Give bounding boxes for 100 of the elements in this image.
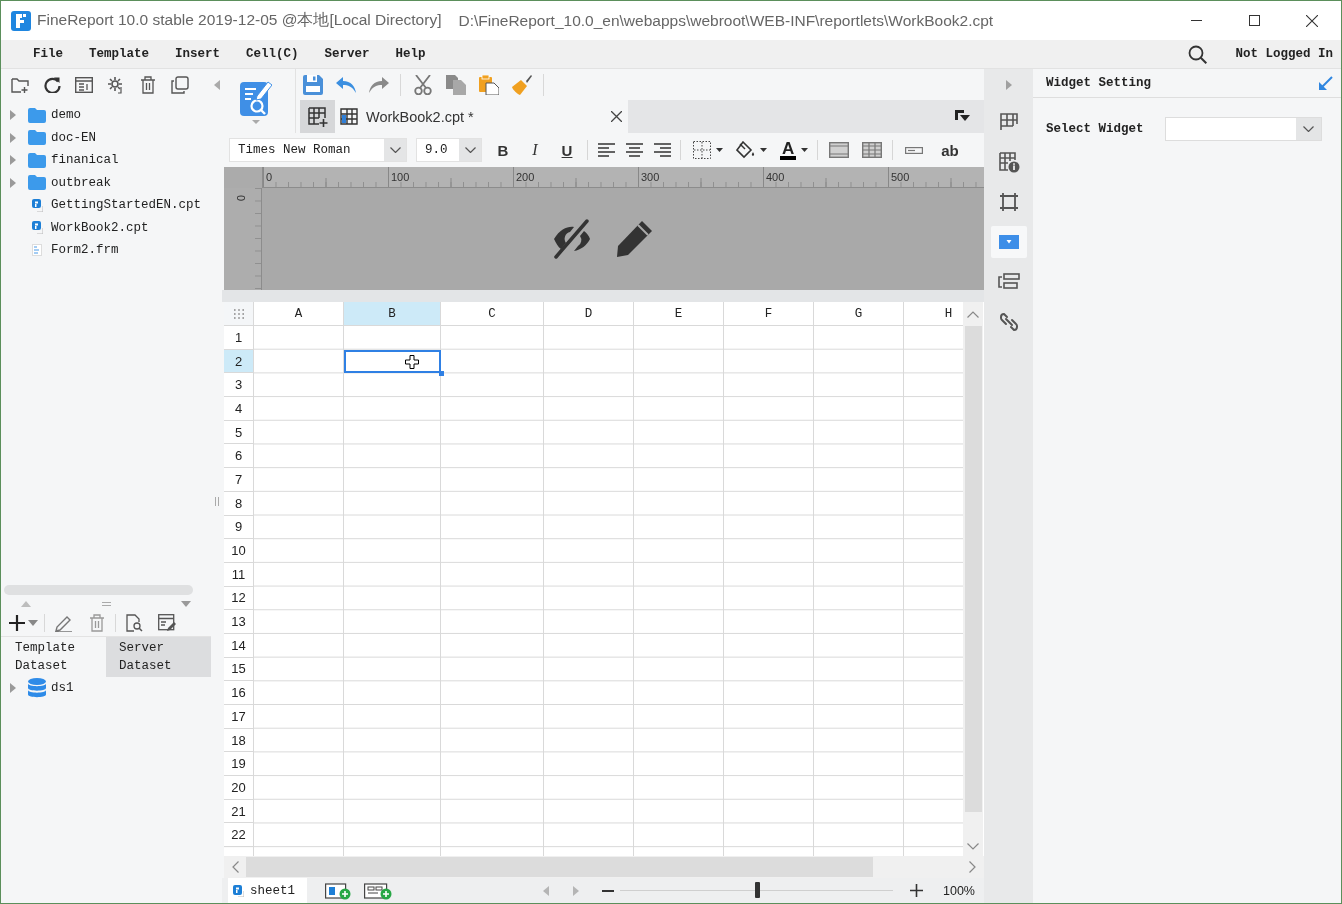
align-center-icon[interactable] (625, 142, 643, 158)
refresh-icon[interactable] (43, 76, 61, 93)
row-header[interactable]: 2 (224, 349, 254, 374)
font-select[interactable]: Times New Roman (229, 138, 407, 162)
close-icon[interactable] (1306, 14, 1318, 27)
row-header[interactable]: 22 (224, 823, 254, 848)
bold-button[interactable]: B (487, 138, 519, 162)
chevron-up-icon[interactable] (967, 310, 979, 318)
font-size-select[interactable]: 9.0 (416, 138, 482, 162)
document-search-icon[interactable] (126, 614, 143, 632)
chevron-down-icon[interactable] (389, 147, 401, 153)
caret-right-icon[interactable] (1005, 79, 1012, 90)
scrollbar-thumb[interactable] (246, 857, 873, 877)
tree-item[interactable]: outbreak (1, 171, 115, 194)
paste-icon[interactable] (478, 74, 499, 95)
row-header[interactable]: 6 (224, 444, 254, 469)
folder-plus-icon[interactable] (11, 76, 29, 93)
grip-icon[interactable] (101, 601, 111, 606)
brush-icon[interactable] (511, 74, 532, 95)
side-tab[interactable] (990, 226, 1027, 258)
selected-cell[interactable] (344, 349, 441, 374)
chevron-right-icon[interactable] (969, 861, 976, 873)
search-icon[interactable] (1188, 44, 1208, 64)
text-field-icon[interactable] (904, 146, 923, 154)
table-info-icon[interactable] (997, 151, 1020, 173)
font-color-button[interactable]: A (780, 140, 797, 160)
grid-icon[interactable] (998, 112, 1019, 132)
caret-down-icon[interactable] (716, 148, 723, 152)
border-icon[interactable] (693, 141, 711, 159)
pencil-icon[interactable] (55, 614, 72, 632)
list-window-icon[interactable] (75, 76, 93, 93)
report-plus-icon[interactable] (325, 881, 351, 900)
plus-icon[interactable] (9, 615, 25, 631)
tree-item[interactable]: WorkBook2.cpt (1, 216, 153, 239)
menu-item[interactable]: File (20, 43, 76, 65)
caret-down-icon[interactable] (801, 148, 809, 152)
chevron-down-icon[interactable] (464, 147, 476, 153)
caret-right-icon[interactable] (10, 177, 16, 188)
split-cells-icon[interactable] (861, 142, 882, 158)
save-icon[interactable] (302, 74, 323, 95)
paint-bucket-icon[interactable] (736, 141, 755, 159)
slider-thumb[interactable] (754, 882, 760, 898)
sheet-tab[interactable]: sheet1 (228, 878, 307, 903)
fill-handle[interactable] (439, 371, 444, 377)
chevron-left-icon[interactable] (232, 861, 239, 873)
scrollbar-thumb[interactable] (964, 326, 982, 812)
dropdown-widget-icon[interactable] (998, 235, 1019, 249)
copy-icon[interactable] (171, 75, 189, 94)
crop-frame-icon[interactable] (998, 192, 1019, 212)
tree-item[interactable]: demo (1, 104, 85, 127)
grip-icon[interactable] (214, 497, 219, 506)
row-header[interactable]: 7 (224, 468, 254, 492)
menu-item[interactable]: Server (311, 43, 383, 65)
login-link[interactable]: Not Logged In (1235, 47, 1333, 61)
vertical-scrollbar[interactable] (963, 302, 983, 856)
trash-icon[interactable] (140, 75, 156, 94)
tree-item[interactable]: ds1 (1, 677, 78, 700)
underline-button[interactable]: U (551, 138, 583, 162)
caret-right-icon[interactable] (10, 132, 16, 143)
caret-right-icon[interactable] (10, 110, 16, 121)
app-logo-icon[interactable] (11, 10, 31, 31)
redo-icon[interactable] (368, 76, 389, 93)
tree-item[interactable]: doc-EN (1, 126, 100, 149)
document-tab[interactable]: WorkBook2.cpt * (335, 100, 628, 133)
table-plus-icon[interactable] (307, 106, 328, 127)
caret-right-icon[interactable] (10, 683, 16, 694)
gear-icon[interactable] (107, 75, 125, 94)
horizontal-scrollbar[interactable] (224, 856, 984, 878)
tree-item[interactable]: Form2.frm (1, 239, 123, 262)
link-icon[interactable] (998, 312, 1019, 332)
menu-item[interactable]: Template (76, 43, 163, 65)
cell-grid[interactable]: A B C D E F G H 1 2 3 4 5 6 7 8 9 10 11 12 13 14 15 16 17 18 19 20 21 22 (224, 302, 963, 856)
wrap-text-button[interactable]: ab (938, 139, 962, 161)
dataset-tab[interactable]: Server Dataset (106, 637, 211, 677)
undo-icon[interactable] (335, 76, 356, 93)
menu-item[interactable]: Insert (162, 43, 234, 65)
column-header[interactable]: B (344, 302, 441, 326)
form-plus-icon[interactable] (364, 881, 392, 900)
table-icon[interactable] (340, 108, 358, 125)
chevron-down-icon[interactable] (1303, 126, 1314, 132)
scissors-icon[interactable] (413, 74, 432, 95)
document-edit-icon[interactable] (158, 614, 177, 632)
caret-down-icon[interactable] (760, 148, 767, 152)
copy-icon[interactable] (445, 74, 466, 95)
merge-cells-icon[interactable] (828, 142, 849, 158)
align-left-icon[interactable] (597, 142, 615, 158)
zoom-out-icon[interactable] (602, 889, 614, 892)
chevron-down-icon[interactable] (967, 842, 979, 850)
arrow-icon[interactable] (1319, 76, 1333, 90)
stacked-bars-icon[interactable] (997, 273, 1020, 291)
corner-arrow-icon[interactable] (955, 110, 970, 123)
zoom-in-icon[interactable] (910, 884, 923, 897)
menu-item[interactable]: Cell(C) (233, 43, 312, 65)
menu-item[interactable]: Help (382, 43, 439, 65)
tree-item[interactable]: finanical (1, 149, 123, 172)
align-right-icon[interactable] (653, 142, 671, 158)
caret-right-icon[interactable] (10, 155, 16, 166)
row-header[interactable]: 10 (224, 539, 254, 563)
maximize-icon[interactable] (1248, 15, 1260, 26)
italic-button[interactable]: I (519, 138, 551, 162)
